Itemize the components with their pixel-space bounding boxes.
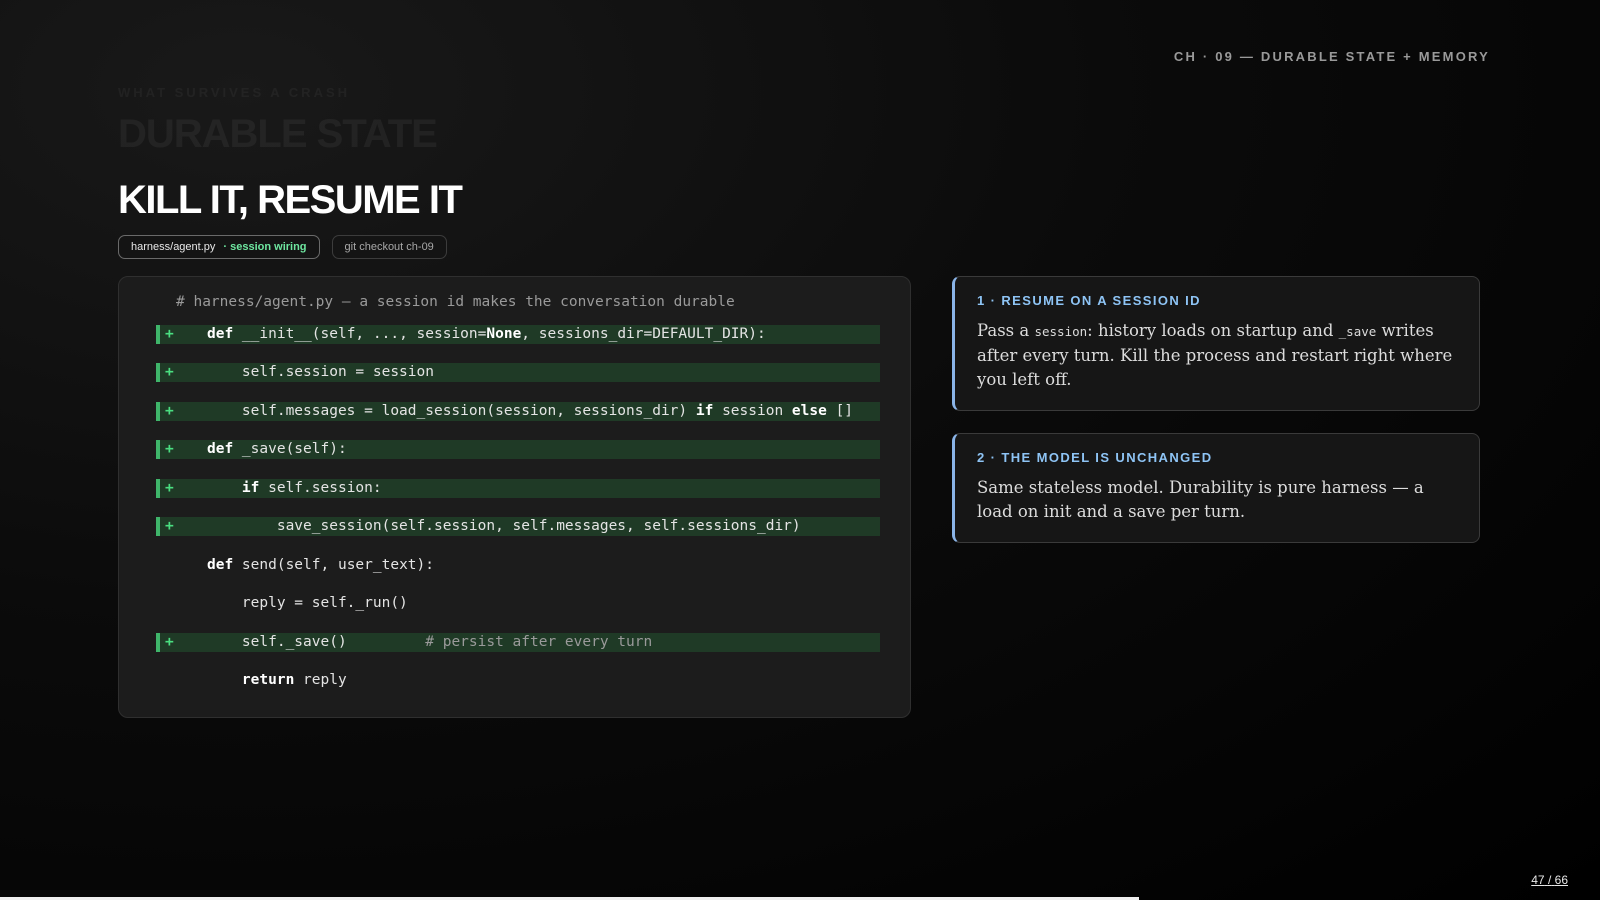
code-token: send(self, user_text): (233, 557, 434, 573)
card-text: Pass a (977, 321, 1035, 340)
diff-added-marker: + (165, 364, 174, 380)
code-panel: # harness/agent.py — a session id makes … (118, 276, 911, 718)
diff-added-marker: + (165, 403, 174, 419)
code-keyword: return (241, 672, 295, 688)
code-token: , sessions_dir=DEFAULT_DIR): (521, 326, 766, 342)
diff-added-marker: + (165, 480, 174, 496)
code-text: self.session = session (207, 363, 434, 382)
diff-added-marker: + (165, 634, 174, 650)
code-line: + def __init__(self, ..., session=None, s… (156, 325, 880, 344)
pager-separator: / (1547, 873, 1552, 887)
card-text: : history loads on startup and (1087, 321, 1339, 340)
code-text: def _save(self): (207, 440, 347, 459)
card-model-unchanged: 2 · THE MODEL IS UNCHANGED Same stateles… (952, 433, 1480, 543)
code-line: reply = self._run() (156, 594, 880, 613)
code-comment: # harness/agent.py — a session id makes … (176, 294, 735, 310)
code-token: self.session: (259, 480, 382, 496)
code-line: + save_session(self.session, self.messag… (156, 517, 880, 536)
pager-current: 47 (1531, 873, 1545, 887)
code-token: reply = self._run() (241, 595, 408, 611)
code-keyword: if (695, 403, 714, 419)
code-line: + self._save() # persist after every tur… (156, 633, 880, 652)
diff-added-marker: + (165, 326, 174, 342)
git-chip: git checkout ch-09 (331, 235, 447, 259)
ghost-title: DURABLE STATE (118, 112, 438, 156)
code-keyword: else (791, 403, 827, 419)
card-body: Same stateless model. Durability is pure… (977, 478, 1424, 521)
file-chip-path: harness/agent.py (131, 241, 216, 253)
chip-row: harness/agent.py · session wiring git ch… (118, 235, 447, 259)
code-token: _save(self): (233, 441, 347, 457)
diff-added-marker: + (165, 518, 174, 534)
file-chip: harness/agent.py · session wiring (118, 235, 320, 259)
code-line: + def _save(self): (156, 440, 880, 459)
code-text: self._save() # persist after every turn (207, 633, 652, 652)
code-line: + if self.session: (156, 479, 880, 498)
code-text: if self.session: (207, 479, 382, 498)
card-resume-session: 1 · RESUME ON A SESSION ID Pass a sessio… (952, 276, 1480, 411)
code-token: self.messages = load_session(session, se… (241, 403, 696, 419)
slide-pager[interactable]: 47 / 66 (1531, 873, 1568, 887)
code-keyword: def (207, 557, 234, 573)
inline-code: _save (1338, 324, 1377, 339)
code-text: return reply (207, 671, 347, 690)
code-text: save_session(self.session, self.messages… (207, 517, 801, 536)
diff-added-marker: + (165, 441, 174, 457)
code-line: + self.messages = load_session(session, … (156, 402, 880, 421)
code-token: self._save() (241, 634, 426, 650)
card-label: 2 · THE MODEL IS UNCHANGED (977, 450, 1213, 465)
inline-code: session (1034, 324, 1088, 339)
ghost-eyebrow: WHAT SURVIVES A CRASH (118, 85, 350, 100)
card-body: Pass a session: history loads on startup… (977, 319, 1457, 392)
code-keyword: if (241, 480, 260, 496)
code-keyword: def (207, 441, 234, 457)
code-token: [] (826, 403, 854, 419)
code-text: self.messages = load_session(session, se… (207, 402, 853, 421)
chapter-label: CH · 09 — DURABLE STATE + MEMORY (1173, 49, 1490, 64)
code-token: save_session(self.session, self.messages… (276, 518, 801, 534)
code-token: reply (294, 672, 347, 688)
code-line: def send(self, user_text): (156, 556, 880, 575)
card-label: 1 · RESUME ON A SESSION ID (977, 293, 1201, 308)
code-text: reply = self._run() (207, 594, 408, 613)
code-inline-comment: # persist after every turn (425, 634, 653, 650)
code-token: self.session = session (241, 364, 434, 380)
file-chip-note: · session wiring (223, 241, 307, 253)
pager-total: 66 (1554, 873, 1568, 887)
code-line: + self.session = session (156, 363, 880, 382)
slide-title: KILL IT, RESUME IT (118, 178, 463, 222)
code-line: return reply (156, 671, 880, 690)
code-keyword: None (486, 326, 522, 342)
code-text: def send(self, user_text): (207, 556, 434, 575)
code-token: __init__(self, ..., session= (233, 326, 487, 342)
code-text: def __init__(self, ..., session=None, se… (207, 325, 766, 344)
code-keyword: def (207, 326, 234, 342)
code-token: session (713, 403, 792, 419)
